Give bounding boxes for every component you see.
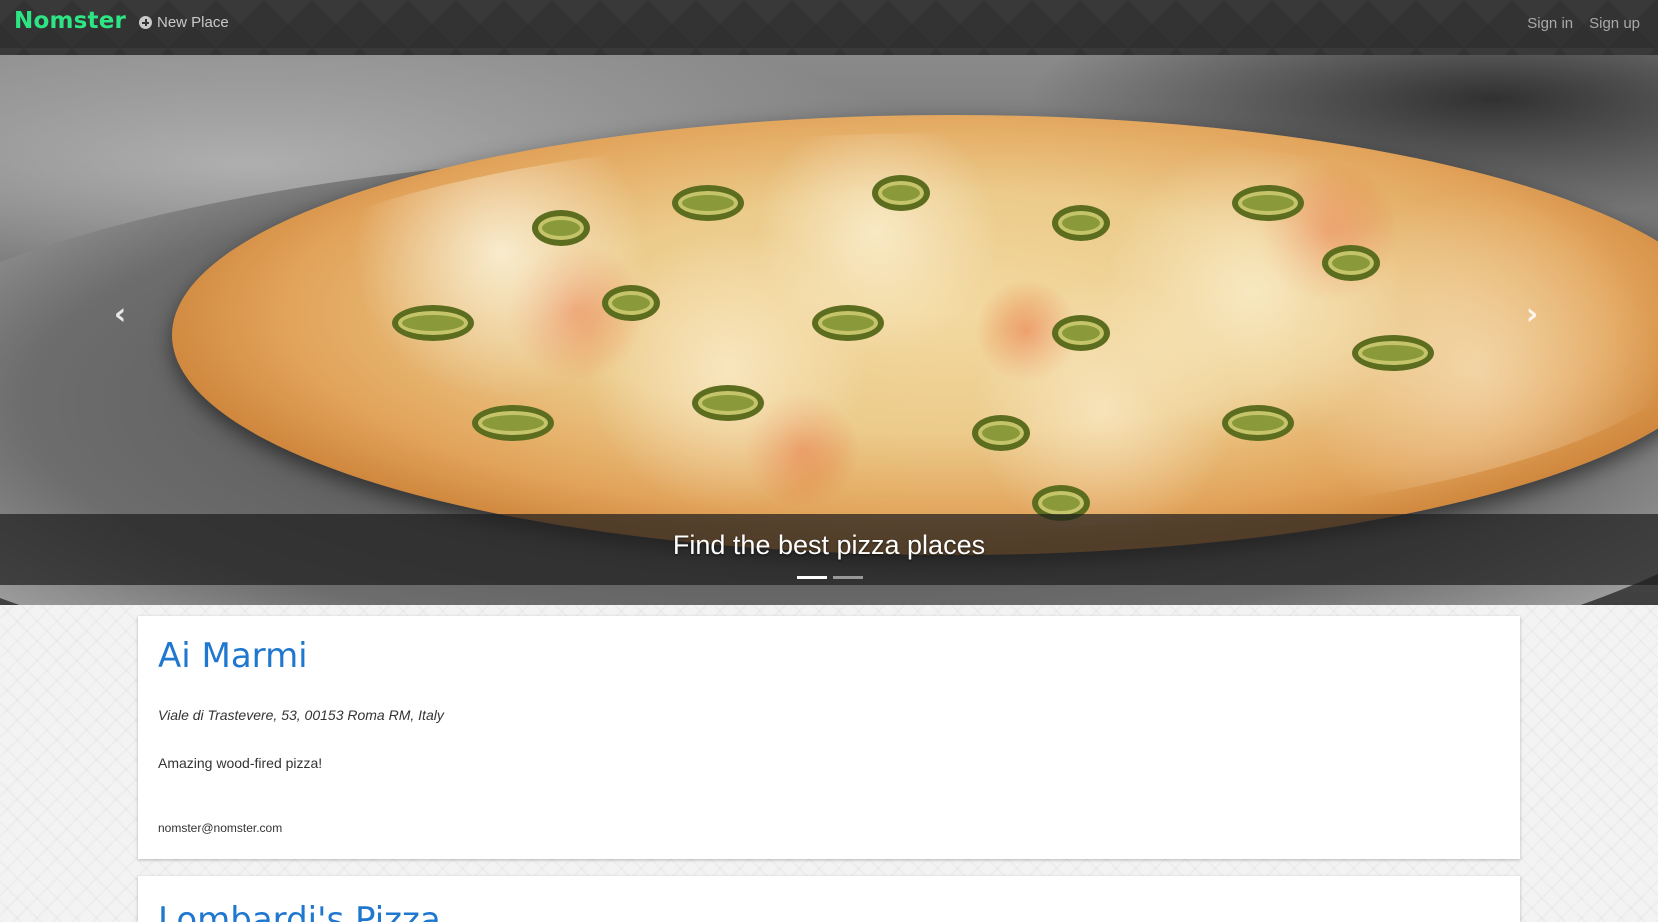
chevron-left-icon: ‹ bbox=[113, 297, 127, 332]
carousel-indicator-2[interactable] bbox=[833, 576, 863, 579]
carousel-prev-button[interactable]: ‹ bbox=[105, 295, 135, 335]
carousel-indicator-1[interactable] bbox=[797, 576, 827, 579]
place-title-link[interactable]: Lombardi's Pizza bbox=[158, 900, 441, 922]
jalapeno-topping bbox=[602, 285, 660, 321]
jalapeno-topping bbox=[672, 185, 744, 221]
plus-circle-icon bbox=[139, 16, 152, 29]
jalapeno-topping bbox=[532, 210, 590, 246]
new-place-link[interactable]: New Place bbox=[139, 14, 229, 31]
place-address: Viale di Trastevere, 53, 00153 Roma RM, … bbox=[158, 707, 444, 723]
place-card: Ai Marmi Viale di Trastevere, 53, 00153 … bbox=[138, 616, 1520, 859]
jalapeno-topping bbox=[472, 405, 554, 441]
place-card: Lombardi's Pizza bbox=[138, 876, 1520, 922]
jalapeno-topping bbox=[1232, 185, 1304, 221]
sign-in-link[interactable]: Sign in bbox=[1527, 15, 1573, 32]
place-description: Amazing wood-fired pizza! bbox=[158, 755, 323, 771]
hero-carousel: ‹ › Find the best pizza places bbox=[0, 55, 1658, 605]
place-owner-email: nomster@nomster.com bbox=[158, 821, 283, 835]
carousel-next-button[interactable]: › bbox=[1517, 295, 1547, 335]
jalapeno-topping bbox=[1052, 205, 1110, 241]
jalapeno-topping bbox=[692, 385, 764, 421]
jalapeno-topping bbox=[1322, 245, 1380, 281]
auth-links: Sign in Sign up bbox=[1527, 15, 1640, 32]
jalapeno-topping bbox=[1052, 315, 1110, 351]
jalapeno-topping bbox=[1352, 335, 1434, 371]
jalapeno-topping bbox=[872, 175, 930, 211]
place-title-link[interactable]: Ai Marmi bbox=[158, 636, 308, 676]
jalapeno-topping bbox=[812, 305, 884, 341]
jalapeno-topping bbox=[392, 305, 474, 341]
carousel-caption: Find the best pizza places bbox=[672, 530, 986, 560]
carousel-indicators bbox=[797, 576, 863, 579]
new-place-label: New Place bbox=[157, 14, 229, 31]
pizza-image bbox=[172, 115, 1658, 555]
chevron-right-icon: › bbox=[1525, 297, 1539, 332]
jalapeno-topping bbox=[972, 415, 1030, 451]
sign-up-link[interactable]: Sign up bbox=[1589, 15, 1640, 32]
navbar: Nomster New Place Sign in Sign up bbox=[0, 0, 1658, 55]
jalapeno-topping bbox=[1222, 405, 1294, 441]
brand-logo[interactable]: Nomster bbox=[14, 8, 126, 34]
